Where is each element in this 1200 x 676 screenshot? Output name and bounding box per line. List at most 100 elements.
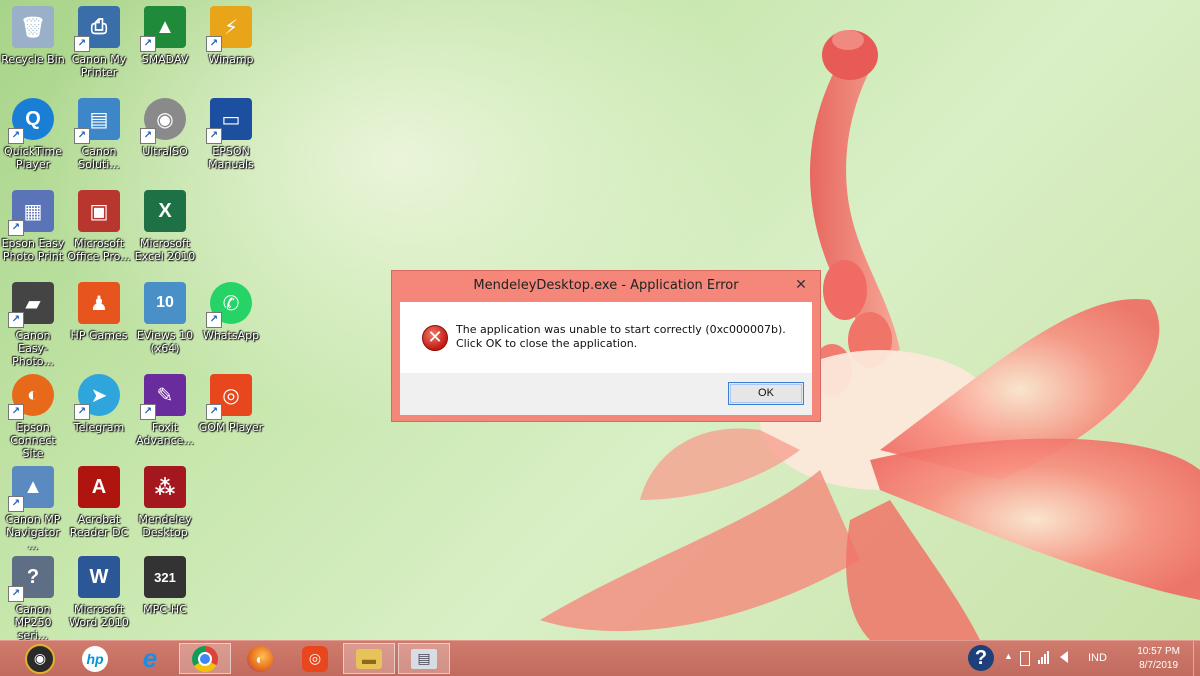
acrobat-icon: A — [78, 466, 120, 508]
volume-icon[interactable] — [1060, 651, 1068, 666]
taskbar-firefox[interactable]: ◐ — [234, 643, 286, 674]
canon-easy-photo-icon: ▰ ↗ — [8, 282, 54, 328]
canon-mp-navigator-icon: ▲ ↗ — [8, 466, 54, 512]
desktop-icon-epson-connect[interactable]: ◐ ↗ Epson Connect Site — [0, 374, 66, 460]
desktop-icon-label: Telegram — [73, 421, 125, 434]
desktop-icon-canon-mp-navigator[interactable]: ▲ ↗ Canon MP Navigator ... — [0, 466, 66, 552]
desktop-icon-label: Microsoft Word 2010 — [69, 603, 129, 629]
ok-button[interactable]: OK — [728, 382, 804, 405]
dialog-footer: OK — [400, 373, 812, 415]
whatsapp-icon: ✆ ↗ — [206, 282, 252, 328]
desktop-icon-word[interactable]: W Microsoft Word 2010 — [66, 556, 132, 629]
chrome-icon — [192, 645, 218, 672]
close-button[interactable]: ✕ — [790, 275, 812, 293]
desktop-icon-canon-easy-photo[interactable]: ▰ ↗ Canon Easy-Photo... — [0, 282, 66, 368]
desktop-icon-smadav[interactable]: ▲ ↗ SMADAV — [132, 6, 198, 66]
taskbar-file-explorer[interactable]: ▬ — [343, 643, 395, 674]
desktop-icon-winamp[interactable]: ⚡ ↗ Winamp — [198, 6, 264, 66]
desktop: 🗑 Recycle Bin ⎙ ↗ Canon My Printer ▲ ↗ SMA… — [0, 0, 1200, 640]
desktop-icon-label: Microsoft Office Pro... — [67, 237, 131, 263]
desktop-icon-label: Winamp — [208, 53, 254, 66]
desktop-icon-label: Canon Easy-Photo... — [12, 329, 54, 368]
desktop-icon-quicktime[interactable]: Q ↗ QuickTime Player — [0, 98, 66, 171]
desktop-icon-mendeley[interactable]: ⁂ Mendeley Desktop — [132, 466, 198, 539]
desktop-icon-recycle-bin[interactable]: 🗑 Recycle Bin — [0, 6, 66, 66]
desktop-icon-canon-mp250[interactable]: ? ↗ Canon MP250 seri... — [0, 556, 66, 640]
hp-icon: hp — [82, 645, 108, 672]
clock-date: 8/7/2019 — [1139, 660, 1179, 671]
desktop-icon-foxit[interactable]: ✎ ↗ Foxit Advance... — [132, 374, 198, 447]
desktop-icon-label: EViews 10 (x64) — [136, 329, 194, 355]
desktop-icon-whatsapp[interactable]: ✆ ↗ WhatsApp — [198, 282, 264, 342]
desktop-icon-label: Acrobat Reader DC — [69, 513, 129, 539]
desktop-icon-label: WhatsApp — [202, 329, 260, 342]
quicktime-icon: Q ↗ — [8, 98, 54, 144]
desktop-icon-label: Recycle Bin — [1, 53, 65, 66]
gom-player-icon: ◎ — [302, 645, 328, 672]
clock[interactable]: 10:57 PM 8/7/2019 — [1137, 645, 1180, 673]
desktop-icon-canon-solution[interactable]: ▤ ↗ Canon Soluti... — [66, 98, 132, 171]
epson-photo-icon: ▦ ↗ — [8, 190, 54, 236]
desktop-icon-label: UltraISO — [142, 145, 188, 158]
help-icon[interactable]: ? — [968, 645, 994, 671]
signal-icon[interactable] — [1038, 651, 1049, 667]
taskbar-hp[interactable]: hp — [69, 643, 121, 674]
clock-time: 10:57 PM — [1137, 646, 1180, 657]
mpc-hc-icon: 321 — [144, 556, 186, 598]
office-picture-icon: ▣ — [78, 190, 120, 232]
smadav-icon: ▲ ↗ — [140, 6, 186, 52]
taskbar-gom-player[interactable]: ◎ — [289, 643, 341, 674]
desktop-icon-label: HP Games — [70, 329, 128, 342]
system-tray: ? ▲ IND 10:57 PM 8/7/2019 — [960, 641, 1200, 676]
desktop-icon-ultraiso[interactable]: ◉ ↗ UltraISO — [132, 98, 198, 158]
desktop-icon-epson-photo-print[interactable]: ▦ ↗ Epson Easy Photo Print — [0, 190, 66, 263]
media-player-icon: ◉ — [25, 643, 55, 674]
desktop-icon-office-picture[interactable]: ▣ Microsoft Office Pro... — [66, 190, 132, 263]
firefox-icon: ◐ ↗ — [8, 374, 54, 420]
dialog-body: ✕ The application was unable to start co… — [400, 302, 812, 415]
foxit-icon: ✎ ↗ — [140, 374, 186, 420]
mendeley-icon: ⁂ — [144, 466, 186, 508]
language-indicator[interactable]: IND — [1088, 652, 1107, 664]
dialog-title: MendeleyDesktop.exe - Application Error — [473, 278, 739, 293]
show-desktop-button[interactable] — [1193, 641, 1200, 676]
desktop-icon-mpc-hc[interactable]: 321 MPC-HC — [132, 556, 198, 616]
desktop-icon-hp-games[interactable]: ♟ HP Games — [66, 282, 132, 342]
epson-manuals-icon: ▭ ↗ — [206, 98, 252, 144]
canon-help-icon: ? ↗ — [8, 556, 54, 602]
desktop-icon-label: QuickTime Player — [3, 145, 63, 171]
desktop-icon-label: Foxit Advance... — [136, 421, 194, 447]
desktop-icon-label: GOM Player — [198, 421, 264, 434]
recycle-bin-icon: 🗑 — [12, 6, 54, 48]
printer-icon: ⎙ ↗ — [74, 6, 120, 52]
battery-icon[interactable] — [1020, 651, 1030, 669]
canon-solution-icon: ▤ ↗ — [74, 98, 120, 144]
internet-explorer-icon: e — [142, 643, 158, 673]
desktop-icon-acrobat[interactable]: A Acrobat Reader DC — [66, 466, 132, 539]
ultraiso-icon: ◉ ↗ — [140, 98, 186, 144]
taskbar-chrome[interactable] — [179, 643, 231, 674]
eviews-icon: 10 — [144, 282, 186, 324]
show-hidden-icons-button[interactable]: ▲ — [1004, 651, 1013, 661]
desktop-icon-label: Microsoft Excel 2010 — [134, 237, 196, 263]
desktop-icon-eviews[interactable]: 10 EViews 10 (x64) — [132, 282, 198, 355]
desktop-icon-label: Canon MP Navigator ... — [5, 513, 61, 552]
word-icon: W — [78, 556, 120, 598]
taskbar-media-player[interactable]: ◉ — [14, 643, 66, 674]
desktop-icon-label: Epson Easy Photo Print — [1, 237, 65, 263]
error-message: The application was unable to start corr… — [456, 323, 786, 350]
desktop-icon-gom-player[interactable]: ◎ ↗ GOM Player — [198, 374, 264, 434]
desktop-icon-label: SMADAV — [141, 53, 189, 66]
desktop-icon-label: Canon MP250 seri... — [14, 603, 52, 640]
desktop-icon-canon-my-printer[interactable]: ⎙ ↗ Canon My Printer — [66, 6, 132, 79]
taskbar: ◉ hp e ◐ ◎ ▬ ▤ ? ▲ IND 10:57 PM 8/7/2019 — [0, 640, 1200, 676]
desktop-icon-label: MPC-HC — [143, 603, 187, 616]
taskbar-internet-explorer[interactable]: e — [124, 643, 176, 674]
taskbar-application-window[interactable]: ▤ — [398, 643, 450, 674]
close-icon: ✕ — [795, 276, 807, 292]
desktop-icon-label: EPSON Manuals — [208, 145, 254, 171]
excel-icon: X — [144, 190, 186, 232]
desktop-icon-excel[interactable]: X Microsoft Excel 2010 — [132, 190, 198, 263]
desktop-icon-epson-manuals[interactable]: ▭ ↗ EPSON Manuals — [198, 98, 264, 171]
desktop-icon-telegram[interactable]: ➤ ↗ Telegram — [66, 374, 132, 434]
